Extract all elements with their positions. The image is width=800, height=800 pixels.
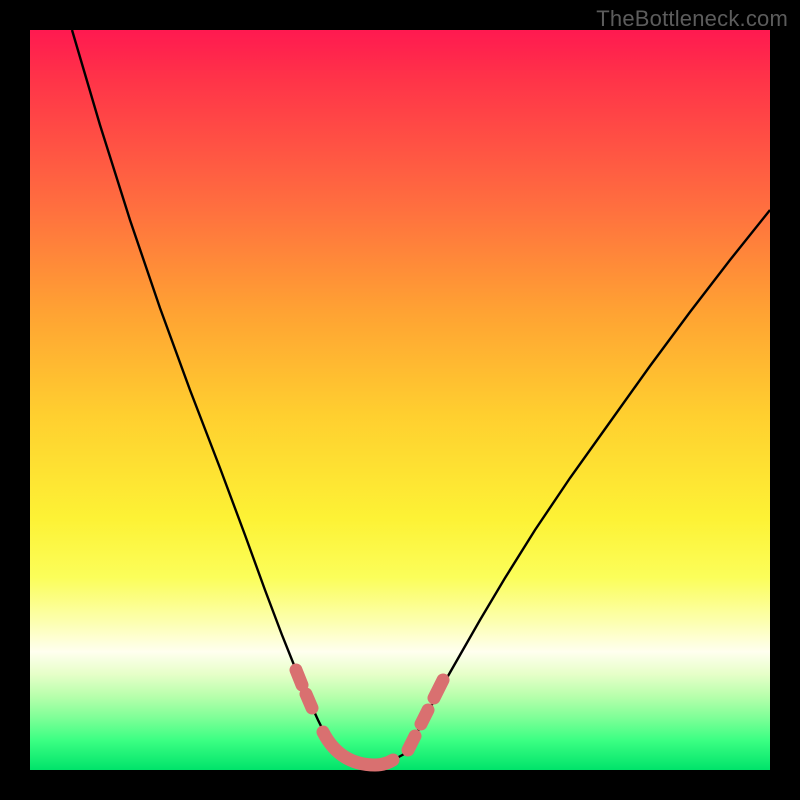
- marker-left-upper: [296, 670, 302, 685]
- outer-frame: TheBottleneck.com: [0, 0, 800, 800]
- left-curve: [72, 30, 339, 756]
- marker-right-upper: [434, 680, 443, 698]
- right-curve: [406, 210, 770, 753]
- plot-area: [30, 30, 770, 770]
- marker-right-lower: [408, 736, 415, 750]
- curves-svg: [30, 30, 770, 770]
- marker-right-mid: [421, 710, 428, 724]
- marker-valley: [323, 732, 393, 765]
- marker-left-lower: [306, 694, 312, 708]
- watermark-text: TheBottleneck.com: [596, 6, 788, 32]
